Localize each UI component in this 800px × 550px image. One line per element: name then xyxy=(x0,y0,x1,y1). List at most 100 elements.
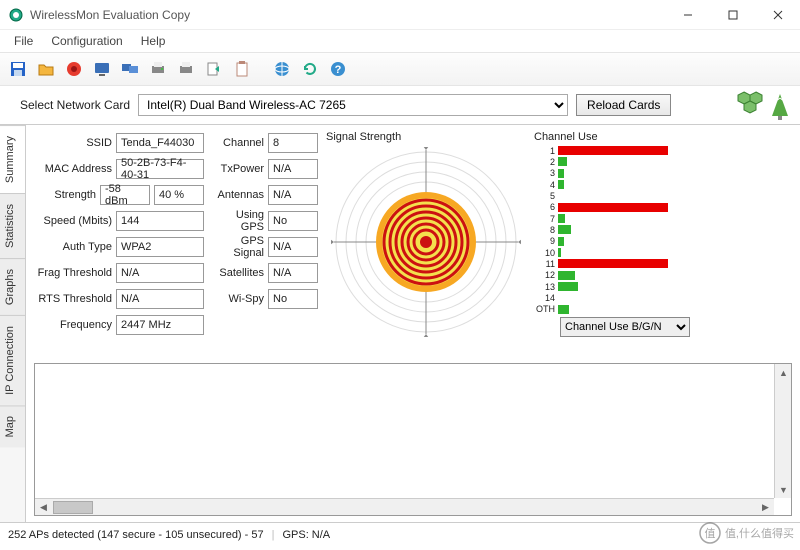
gps-label: Using GPS xyxy=(212,209,264,233)
rts-value: N/A xyxy=(116,289,204,309)
record-icon[interactable] xyxy=(62,57,86,81)
scroll-right-icon[interactable]: ▶ xyxy=(757,499,774,516)
status-aps: 252 APs detected (147 secure - 105 unsec… xyxy=(8,529,264,541)
globe-icon[interactable] xyxy=(270,57,294,81)
network-card-row: Select Network Card Intel(R) Dual Band W… xyxy=(0,86,800,124)
channel-use-panel: Channel Use 1234567891011121314OTH Chann… xyxy=(534,131,792,357)
reload-cards-button[interactable]: Reload Cards xyxy=(576,94,671,116)
auth-label: Auth Type xyxy=(34,241,112,253)
menubar: File Configuration Help xyxy=(0,30,800,52)
printer2-icon[interactable] xyxy=(174,57,198,81)
channel-use-title: Channel Use xyxy=(534,131,792,143)
ssid-value: Tenda_F44030 xyxy=(116,133,204,153)
monitor-icon[interactable] xyxy=(90,57,114,81)
mac-label: MAC Address xyxy=(34,163,112,175)
frag-value: N/A xyxy=(116,263,204,283)
scroll-left-icon[interactable]: ◀ xyxy=(35,499,52,516)
horizontal-scrollbar[interactable]: ◀ ▶ xyxy=(35,498,774,515)
channel-row: 13 xyxy=(534,282,786,292)
channel-row: 9 xyxy=(534,236,786,246)
channel-use-bars: 1234567891011121314OTH xyxy=(534,145,792,315)
open-icon[interactable] xyxy=(34,57,58,81)
channel-label: Channel xyxy=(212,137,264,149)
clipboard-icon[interactable] xyxy=(230,57,254,81)
menu-help[interactable]: Help xyxy=(133,32,174,50)
connection-fields-left: SSID Tenda_F44030 MAC Address 50-2B-73-F4-… xyxy=(34,131,204,357)
window-title: WirelessMon Evaluation Copy xyxy=(30,8,665,22)
scroll-thumb[interactable] xyxy=(53,501,93,514)
txpower-label: TxPower xyxy=(212,163,264,175)
statusbar: 252 APs detected (147 secure - 105 unsec… xyxy=(0,522,800,546)
channel-row: 6 xyxy=(534,202,786,212)
channel-use-select[interactable]: Channel Use B/G/N xyxy=(560,317,690,337)
menu-file[interactable]: File xyxy=(6,32,41,50)
txpower-value: N/A xyxy=(268,159,318,179)
scroll-up-icon[interactable]: ▲ xyxy=(775,364,792,381)
status-gps: GPS: N/A xyxy=(282,529,330,541)
strength-dbm: -58 dBm xyxy=(100,185,150,205)
tab-statistics[interactable]: Statistics xyxy=(0,193,25,258)
signal-radar-chart xyxy=(331,147,521,337)
channel-row: 2 xyxy=(534,157,786,167)
channel-row: 7 xyxy=(534,214,786,224)
tab-graphs[interactable]: Graphs xyxy=(0,258,25,315)
select-card-label: Select Network Card xyxy=(20,98,130,112)
tab-summary[interactable]: Summary xyxy=(0,125,25,193)
channel-row: 3 xyxy=(534,168,786,178)
channel-row: 8 xyxy=(534,225,786,235)
maximize-button[interactable] xyxy=(710,0,755,30)
printer1-icon[interactable] xyxy=(146,57,170,81)
tab-map[interactable]: Map xyxy=(0,405,25,447)
signal-strength-title: Signal Strength xyxy=(326,131,526,143)
scroll-down-icon[interactable]: ▼ xyxy=(775,481,792,498)
minimize-button[interactable] xyxy=(665,0,710,30)
channel-row: 14 xyxy=(534,293,786,303)
antennas-label: Antennas xyxy=(212,189,264,201)
frag-label: Frag Threshold xyxy=(34,267,112,279)
gpssig-value: N/A xyxy=(268,237,318,257)
connection-fields-right: Channel 8 TxPower N/A Antennas N/A Using GP… xyxy=(212,131,318,357)
tab-ip-connection[interactable]: IP Connection xyxy=(0,315,25,405)
strength-label: Strength xyxy=(34,189,96,201)
save-icon[interactable] xyxy=(6,57,30,81)
channel-row: 5 xyxy=(534,191,786,201)
antennas-value: N/A xyxy=(268,185,318,205)
channel-row: 10 xyxy=(534,248,786,258)
channel-value: 8 xyxy=(268,133,318,153)
freq-label: Frequency xyxy=(34,319,112,331)
channel-row: OTH xyxy=(534,304,786,314)
speed-value: 144 xyxy=(116,211,204,231)
rts-label: RTS Threshold xyxy=(34,293,112,305)
wispy-value: No xyxy=(268,289,318,309)
speed-label: Speed (Mbits) xyxy=(34,215,112,227)
close-button[interactable] xyxy=(755,0,800,30)
svg-text:?: ? xyxy=(335,64,342,76)
product-logo xyxy=(730,88,790,122)
channel-row: 1 xyxy=(534,146,786,156)
toolbar: ? xyxy=(0,52,800,86)
gps-value: No xyxy=(268,211,318,231)
vertical-scrollbar[interactable]: ▲ ▼ xyxy=(774,364,791,498)
side-tabs: Summary Statistics Graphs IP Connection … xyxy=(0,125,26,522)
channel-row: 4 xyxy=(534,180,786,190)
strength-pct: 40 % xyxy=(154,185,204,205)
menu-configuration[interactable]: Configuration xyxy=(43,32,130,50)
ssid-label: SSID xyxy=(34,137,112,149)
app-icon xyxy=(8,7,24,23)
help-icon[interactable]: ? xyxy=(326,57,350,81)
gpssig-label: GPS Signal xyxy=(212,235,264,259)
refresh-icon[interactable] xyxy=(298,57,322,81)
sats-value: N/A xyxy=(268,263,318,283)
ap-list[interactable]: ▲ ▼ ◀ ▶ xyxy=(34,363,792,516)
channel-row: 11 xyxy=(534,259,786,269)
auth-value: WPA2 xyxy=(116,237,204,257)
network-card-select[interactable]: Intel(R) Dual Band Wireless-AC 7265 xyxy=(138,94,568,116)
dual-monitor-icon[interactable] xyxy=(118,57,142,81)
sats-label: Satellites xyxy=(212,267,264,279)
export-icon[interactable] xyxy=(202,57,226,81)
mac-value: 50-2B-73-F4-40-31 xyxy=(116,159,204,179)
signal-strength-panel: Signal Strength xyxy=(326,131,526,357)
channel-row: 12 xyxy=(534,270,786,280)
freq-value: 2447 MHz xyxy=(116,315,204,335)
wispy-label: Wi-Spy xyxy=(212,293,264,305)
